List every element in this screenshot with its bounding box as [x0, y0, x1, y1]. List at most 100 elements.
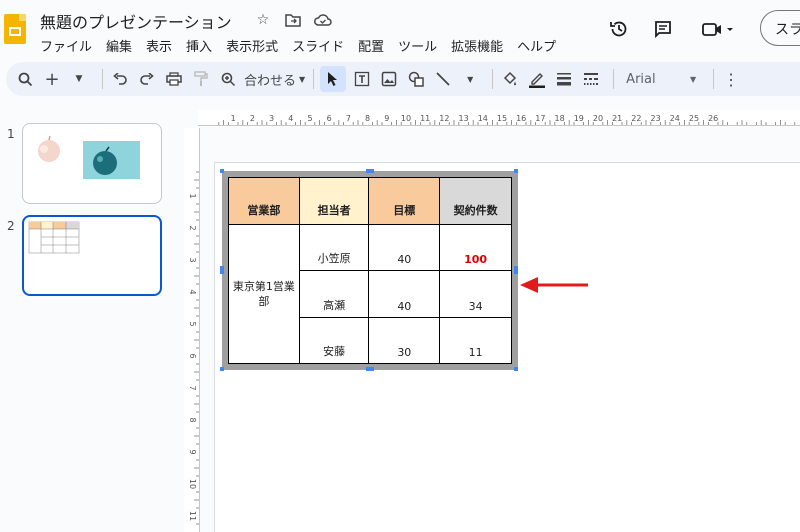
- resize-handle[interactable]: [220, 169, 224, 173]
- target-cell[interactable]: 30: [368, 316, 441, 365]
- ruler-label: 9: [188, 449, 197, 454]
- ruler-label: 3: [269, 114, 274, 123]
- ruler-label: 10: [188, 479, 197, 489]
- divider: [713, 69, 715, 89]
- select-cursor-icon[interactable]: [320, 66, 347, 92]
- font-family-select[interactable]: Arial ▼: [620, 66, 702, 92]
- header-cell-dept[interactable]: 営業部: [228, 176, 300, 226]
- contracts-cell[interactable]: 34: [439, 270, 512, 318]
- header-cell-contracts[interactable]: 契約件数: [439, 176, 512, 226]
- video-camera-icon: [702, 23, 733, 36]
- ruler-label: 16: [516, 114, 526, 123]
- ruler-label: 19: [574, 114, 584, 123]
- resize-handle[interactable]: [514, 266, 518, 274]
- person-cell[interactable]: 安藤: [298, 316, 370, 365]
- border-dash-icon[interactable]: [580, 66, 602, 92]
- divider: [102, 69, 103, 89]
- insert-image-icon[interactable]: [378, 66, 400, 92]
- dept-cell[interactable]: 東京第1営業部: [228, 224, 300, 364]
- ruler-label: 8: [188, 417, 197, 422]
- star-icon[interactable]: ☆: [254, 11, 272, 29]
- contracts-cell-highlight[interactable]: 100: [439, 224, 512, 272]
- comments-button[interactable]: [648, 14, 678, 44]
- header-cell-person[interactable]: 担当者: [298, 176, 370, 226]
- sales-table[interactable]: 営業部 担当者 目標 契約件数 東京第1営業部 小笠原 40 100 高瀬 40…: [228, 176, 512, 365]
- menu-help[interactable]: ヘルプ: [517, 36, 562, 55]
- doc-title[interactable]: 無題のプレゼンテーション: [40, 9, 232, 33]
- menu-slide[interactable]: スライド: [292, 36, 350, 55]
- target-cell[interactable]: 40: [368, 224, 441, 272]
- line-icon[interactable]: [432, 66, 454, 92]
- undo-icon[interactable]: [109, 66, 131, 92]
- slideshow-button[interactable]: スラ: [760, 10, 800, 46]
- search-menus-icon[interactable]: [14, 66, 36, 92]
- border-color-icon[interactable]: [526, 66, 548, 92]
- person-cell[interactable]: 高瀬: [298, 270, 370, 318]
- ruler-label: 26: [708, 114, 718, 123]
- resize-handle[interactable]: [514, 367, 518, 371]
- table-object[interactable]: 営業部 担当者 目標 契約件数 東京第1営業部 小笠原 40 100 高瀬 40…: [222, 171, 518, 370]
- menu-format[interactable]: 表示形式: [226, 36, 284, 55]
- slide-number: 1: [7, 127, 15, 141]
- vertical-ruler[interactable]: 1 2 3 4 5 6 7 8 9 10 11: [184, 128, 200, 532]
- menu-bar: ファイル 編集 表示 挿入 表示形式 スライド 配置 ツール 拡張機能 ヘルプ: [40, 36, 570, 55]
- ruler-label: 23: [651, 114, 661, 123]
- zoom-icon[interactable]: [217, 66, 239, 92]
- ruler-label: 8: [365, 114, 370, 123]
- resize-handle[interactable]: [366, 367, 374, 371]
- text-box-icon[interactable]: [351, 66, 373, 92]
- slide-thumbnail-1[interactable]: [22, 123, 162, 204]
- fill-color-icon[interactable]: [499, 66, 521, 92]
- ruler-label: 9: [384, 114, 389, 123]
- redo-icon[interactable]: [136, 66, 158, 92]
- zoom-fit-select[interactable]: 合わせる ▼: [244, 66, 305, 92]
- resize-handle[interactable]: [220, 266, 224, 274]
- ruler-label: 21: [612, 114, 622, 123]
- menu-file[interactable]: ファイル: [40, 36, 98, 55]
- print-icon[interactable]: [163, 66, 185, 92]
- divider: [613, 69, 615, 89]
- menu-insert[interactable]: 挿入: [186, 36, 218, 55]
- divider: [492, 69, 494, 89]
- divider: [313, 69, 315, 89]
- ruler-label: 11: [420, 114, 430, 123]
- resize-handle[interactable]: [366, 169, 374, 173]
- ruler-label: 2: [188, 225, 197, 230]
- ruler-label: 10: [401, 114, 411, 123]
- ruler-label: 13: [459, 114, 469, 123]
- move-folder-icon[interactable]: [284, 11, 302, 29]
- font-family-label: Arial: [626, 71, 656, 87]
- ruler-label: 7: [188, 385, 197, 390]
- header-cell-target[interactable]: 目標: [368, 176, 441, 226]
- zoom-fit-label: 合わせる: [244, 73, 297, 89]
- person-cell[interactable]: 小笠原: [298, 224, 370, 272]
- menu-tools[interactable]: ツール: [398, 36, 443, 55]
- slides-logo-icon[interactable]: [4, 14, 26, 44]
- resize-handle[interactable]: [220, 367, 224, 371]
- resize-handle[interactable]: [514, 169, 518, 173]
- ruler-label: 17: [535, 114, 545, 123]
- ruler-label: 20: [593, 114, 603, 123]
- menu-extensions[interactable]: 拡張機能: [451, 36, 509, 55]
- more-options-icon[interactable]: ⋮: [720, 66, 742, 92]
- apple-image: [38, 135, 140, 179]
- menu-view[interactable]: 表示: [146, 36, 178, 55]
- slide-thumbnail-2[interactable]: [22, 215, 162, 296]
- border-weight-icon[interactable]: [553, 66, 575, 92]
- menu-edit[interactable]: 編集: [106, 36, 138, 55]
- ruler-label: 22: [631, 114, 641, 123]
- paint-format-icon[interactable]: [190, 66, 212, 92]
- shape-icon[interactable]: [405, 66, 427, 92]
- contracts-cell[interactable]: 11: [439, 316, 512, 365]
- meet-button[interactable]: [698, 14, 738, 44]
- new-slide-icon[interactable]: +: [41, 66, 63, 92]
- menu-arrange[interactable]: 配置: [358, 36, 390, 55]
- horizontal-ruler[interactable]: 1 2 3 4 5 6 7 8 9 10 11 12 13 14 15 16 17 18 19 20 21 22 23 24 2…: [198, 110, 800, 126]
- target-cell[interactable]: 40: [368, 270, 441, 318]
- chevron-down-icon: ▼: [299, 74, 306, 84]
- red-arrow-icon: [520, 277, 588, 293]
- new-slide-dropdown-icon[interactable]: ▼: [68, 66, 90, 92]
- history-button[interactable]: [604, 14, 634, 44]
- cloud-status-icon[interactable]: [314, 11, 332, 29]
- line-dropdown-icon[interactable]: ▼: [459, 66, 481, 92]
